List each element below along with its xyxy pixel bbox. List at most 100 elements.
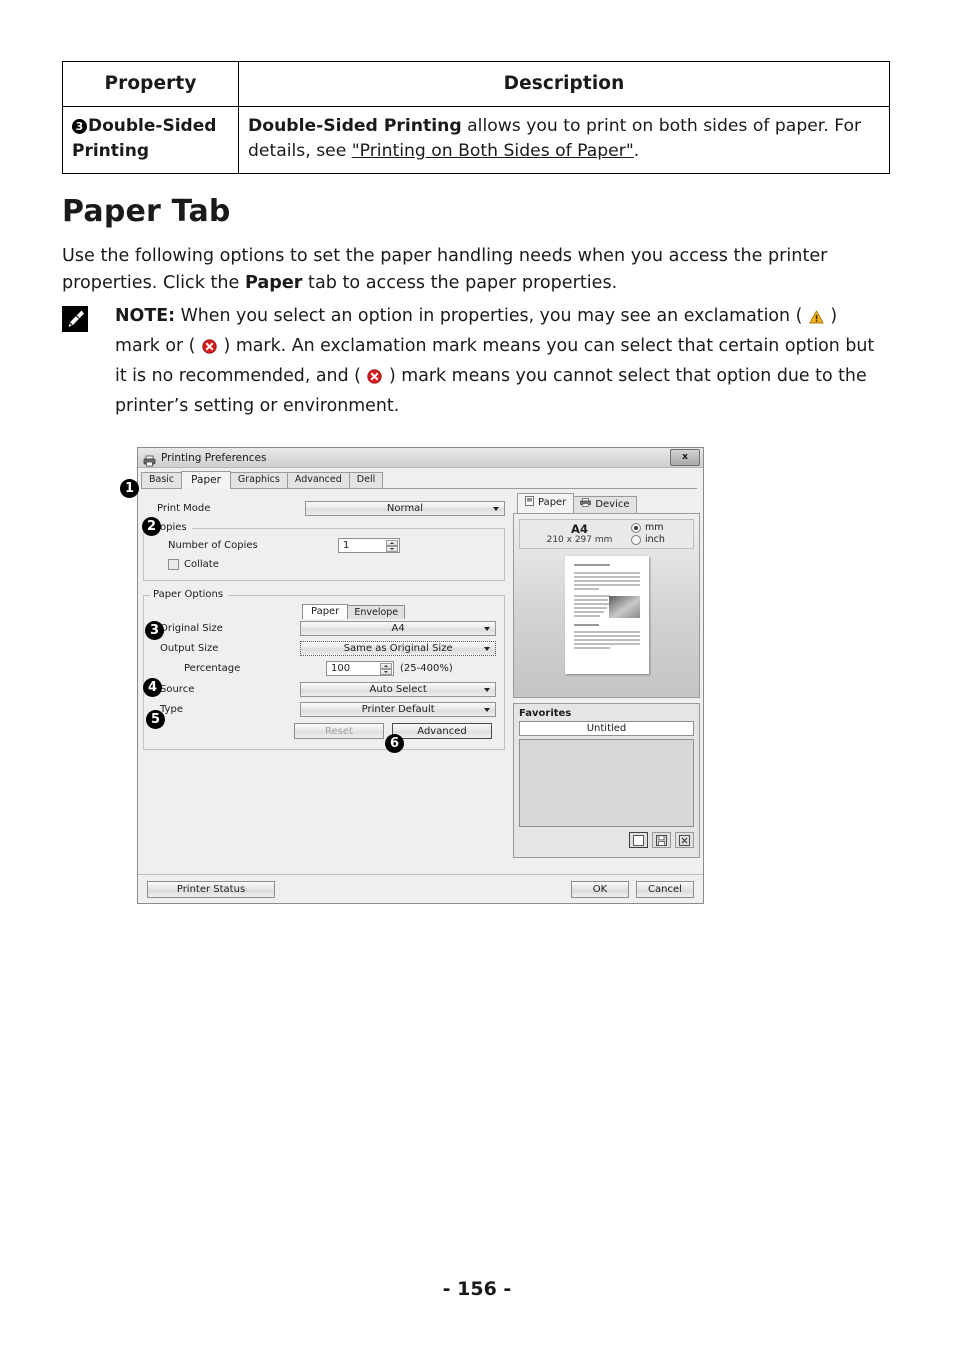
chevron-down-icon [484, 707, 490, 712]
page-title: Paper Tab [62, 194, 231, 229]
dialog-body: Print Mode Normal Copies Number of Copie… [138, 489, 703, 874]
table-header-property: Property [62, 61, 239, 107]
source-value: Auto Select [369, 684, 427, 695]
property-table: Property Description 3 Double-Sided Print… [62, 61, 890, 174]
note-text: NOTE: When you select an option in prope… [115, 303, 884, 420]
stepper-down-icon[interactable] [386, 545, 398, 552]
minitab-envelope[interactable]: Envelope [347, 605, 406, 619]
table-header-description: Description [238, 61, 890, 107]
preview-tab-device-label: Device [595, 498, 630, 510]
thumbnail-line [573, 564, 610, 566]
save-favorite-icon[interactable] [652, 832, 671, 848]
thumbnail-line [573, 576, 640, 578]
thumbnail-line [573, 588, 599, 590]
error-circle-icon-2 [367, 366, 383, 393]
warning-triangle-icon [809, 306, 824, 333]
favorites-selected-value: Untitled [586, 723, 627, 734]
favorites-title: Favorites [519, 708, 572, 719]
printing-preferences-dialog: Printing Preferences x Basic Paper Graph… [137, 447, 704, 904]
close-icon[interactable]: x [670, 449, 700, 466]
reset-button[interactable]: Reset [294, 723, 384, 739]
paper-size-panel: A4 210 x 297 mm mm inch [519, 519, 694, 549]
paper-options-group: Paper Options Paper Envelope Original Si… [143, 589, 505, 750]
tab-advanced[interactable]: Advanced [286, 472, 350, 488]
minitab-paper[interactable]: Paper [302, 604, 349, 619]
pencil-note-icon [62, 306, 88, 332]
intro-bold-paper: Paper [244, 272, 303, 293]
unit-option-mm[interactable]: mm [631, 522, 685, 534]
property-badge: 3 [72, 119, 87, 134]
cancel-button[interactable]: Cancel [636, 880, 694, 898]
percentage-row: Percentage 100 (25-400%) [152, 661, 496, 676]
callout-1: 1 [120, 479, 139, 498]
source-label: Source [160, 684, 195, 695]
chevron-down-icon [493, 506, 499, 511]
note-block: NOTE: When you select an option in prope… [62, 303, 884, 420]
intro-paragraph: Use the following options to set the pap… [62, 243, 862, 296]
tab-dell[interactable]: Dell [348, 472, 384, 488]
type-label: Type [160, 704, 183, 715]
unit-option-inch[interactable]: inch [631, 534, 685, 546]
printer-status-button[interactable]: Printer Status [147, 880, 275, 898]
source-row: Source Auto Select [152, 682, 496, 697]
print-mode-select[interactable]: Normal [305, 501, 505, 516]
original-size-value: A4 [391, 623, 405, 634]
error-circle-icon [202, 336, 217, 363]
advanced-button[interactable]: Advanced [392, 723, 492, 739]
favorites-select[interactable]: Untitled [519, 721, 694, 736]
number-of-copies-stepper[interactable]: 1 [338, 538, 400, 553]
thumbnail-line [573, 584, 640, 586]
delete-favorite-icon[interactable] [675, 832, 694, 848]
original-size-label: Original Size [160, 623, 223, 634]
tab-paper[interactable]: Paper [181, 471, 231, 489]
dialog-footer: Printer Status OK Cancel [138, 874, 703, 903]
stepper-down-icon[interactable] [380, 668, 392, 675]
output-size-label: Output Size [160, 643, 219, 654]
preview-tab-paper[interactable]: Paper [517, 493, 575, 513]
new-favorite-icon[interactable] [629, 832, 648, 848]
radio-mm-icon[interactable] [631, 523, 641, 533]
stepper-buttons[interactable] [380, 662, 392, 675]
radio-inch-icon[interactable] [631, 535, 641, 545]
number-of-copies-label: Number of Copies [168, 540, 258, 551]
output-size-select[interactable]: Same as Original Size [300, 641, 496, 656]
source-select[interactable]: Auto Select [300, 682, 496, 697]
page-icon [525, 496, 534, 510]
type-select[interactable]: Printer Default [300, 702, 496, 717]
preview-tab-device[interactable]: Device [573, 496, 637, 513]
print-mode-value: Normal [386, 503, 424, 514]
callout-6: 6 [385, 734, 404, 753]
tab-basic[interactable]: Basic [141, 472, 183, 488]
document-page: Property Description 3 Double-Sided Print… [0, 0, 954, 1352]
dialog-tabstrip: Basic Paper Graphics Advanced Dell [141, 471, 697, 489]
original-size-select[interactable]: A4 [300, 621, 496, 636]
table-cell-description: Double-Sided Printing allows you to prin… [238, 106, 890, 174]
percentage-stepper[interactable]: 100 [326, 661, 394, 676]
print-mode-row: Print Mode Normal [141, 501, 507, 516]
unit-inch-label: inch [645, 534, 665, 545]
collate-checkbox[interactable] [168, 559, 179, 570]
output-size-row: Output Size Same as Original Size [152, 641, 496, 656]
favorites-buttons [519, 832, 694, 848]
thumbnail-line [573, 639, 640, 641]
callout-4: 4 [143, 678, 162, 697]
note-label: NOTE: [115, 306, 176, 326]
paper-options-group-title: Paper Options [150, 589, 227, 600]
thumbnail-line [573, 595, 611, 597]
thumbnail-line [573, 603, 610, 605]
stepper-buttons[interactable] [386, 539, 398, 552]
thumbnail-line [573, 580, 640, 582]
percentage-range-hint: (25-400%) [400, 663, 453, 674]
ok-button[interactable]: OK [571, 880, 629, 898]
percentage-value: 100 [331, 663, 351, 674]
unit-radio-group: mm inch [631, 522, 685, 546]
favorites-panel: Favorites Untitled [513, 703, 700, 858]
paper-size-info: A4 210 x 297 mm [528, 523, 631, 546]
preview-tab-paper-label: Paper [538, 497, 567, 508]
paper-preview-box: A4 210 x 297 mm mm inch [513, 513, 700, 698]
favorites-list[interactable] [519, 739, 694, 827]
tab-graphics[interactable]: Graphics [229, 472, 288, 488]
printing-both-sides-link[interactable]: "Printing on Both Sides of Paper" [352, 141, 634, 161]
collate-row[interactable]: Collate [152, 559, 496, 570]
table-header-row: Property Description [62, 61, 890, 107]
